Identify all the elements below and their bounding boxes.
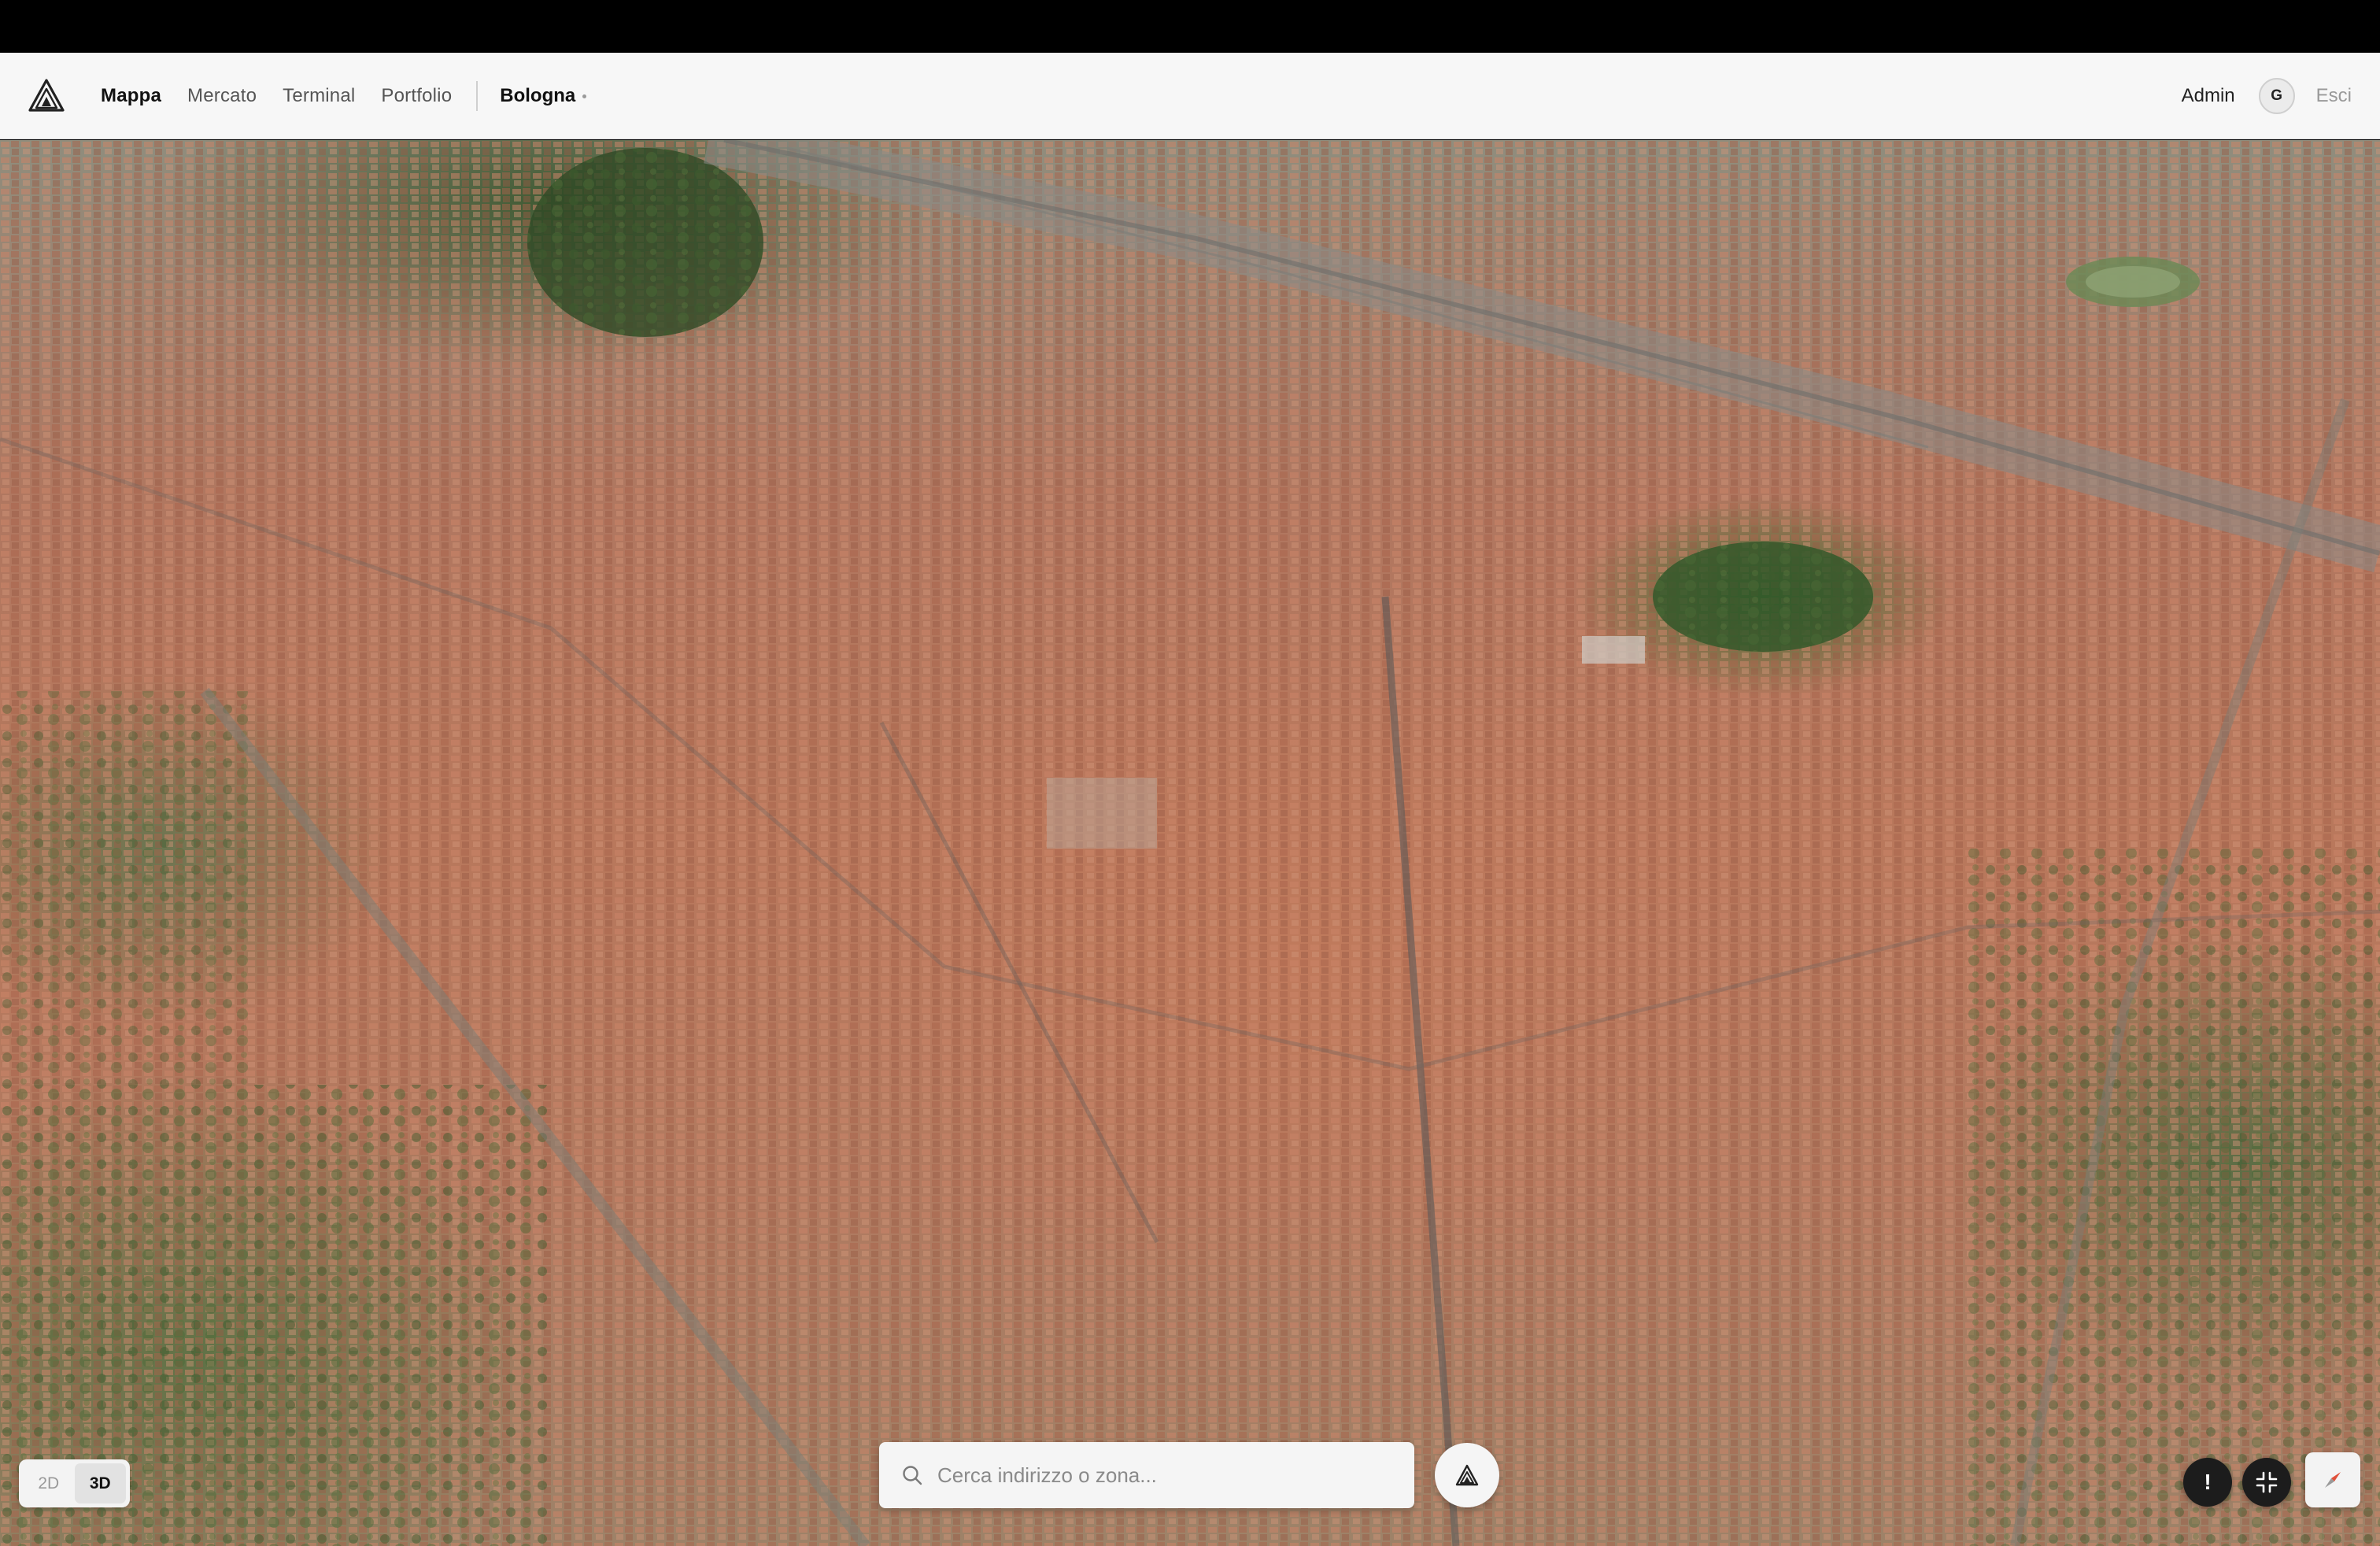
main-nav: Mappa Mercato Terminal Portfolio Bologna [101, 53, 587, 139]
triangle-logo-icon[interactable] [28, 79, 65, 112]
map-texture [0, 140, 2380, 1546]
ai-assistant-button[interactable] [1435, 1443, 1499, 1507]
nav-divider [476, 81, 479, 111]
compass-icon [2325, 1472, 2341, 1488]
avatar[interactable]: G [2258, 78, 2295, 114]
user-area: Admin G Esci [2182, 53, 2352, 139]
collapse-icon [2256, 1471, 2278, 1493]
mode-3d-button[interactable]: 3D [74, 1463, 126, 1503]
search-bar [879, 1442, 1414, 1508]
map-3d-view[interactable] [0, 140, 2380, 1546]
nav-link-mercato[interactable]: Mercato [187, 85, 257, 107]
view-mode-toggle: 2D 3D [19, 1459, 130, 1507]
search-icon [903, 1466, 922, 1485]
window-top-bar [0, 0, 2380, 53]
compass-button[interactable] [2305, 1452, 2360, 1507]
mode-2d-button[interactable]: 2D [23, 1463, 75, 1503]
city-label: Bologna [500, 85, 576, 106]
city-dropdown-dot-icon [582, 94, 587, 98]
alert-button[interactable]: ! [2183, 1458, 2232, 1507]
nav-link-terminal[interactable]: Terminal [283, 85, 355, 107]
nav-link-mappa[interactable]: Mappa [101, 85, 161, 107]
city-selector[interactable]: Bologna [500, 85, 587, 107]
navbar: Mappa Mercato Terminal Portfolio Bologna… [0, 53, 2380, 139]
search-input[interactable] [937, 1463, 1410, 1488]
user-name: Admin [2181, 85, 2235, 106]
triangle-ai-icon [1455, 1464, 1479, 1486]
logout-link[interactable]: Esci [2316, 85, 2352, 107]
nav-link-portfolio[interactable]: Portfolio [381, 85, 452, 107]
alert-icon: ! [2204, 1470, 2212, 1494]
collapse-button[interactable] [2242, 1458, 2291, 1507]
